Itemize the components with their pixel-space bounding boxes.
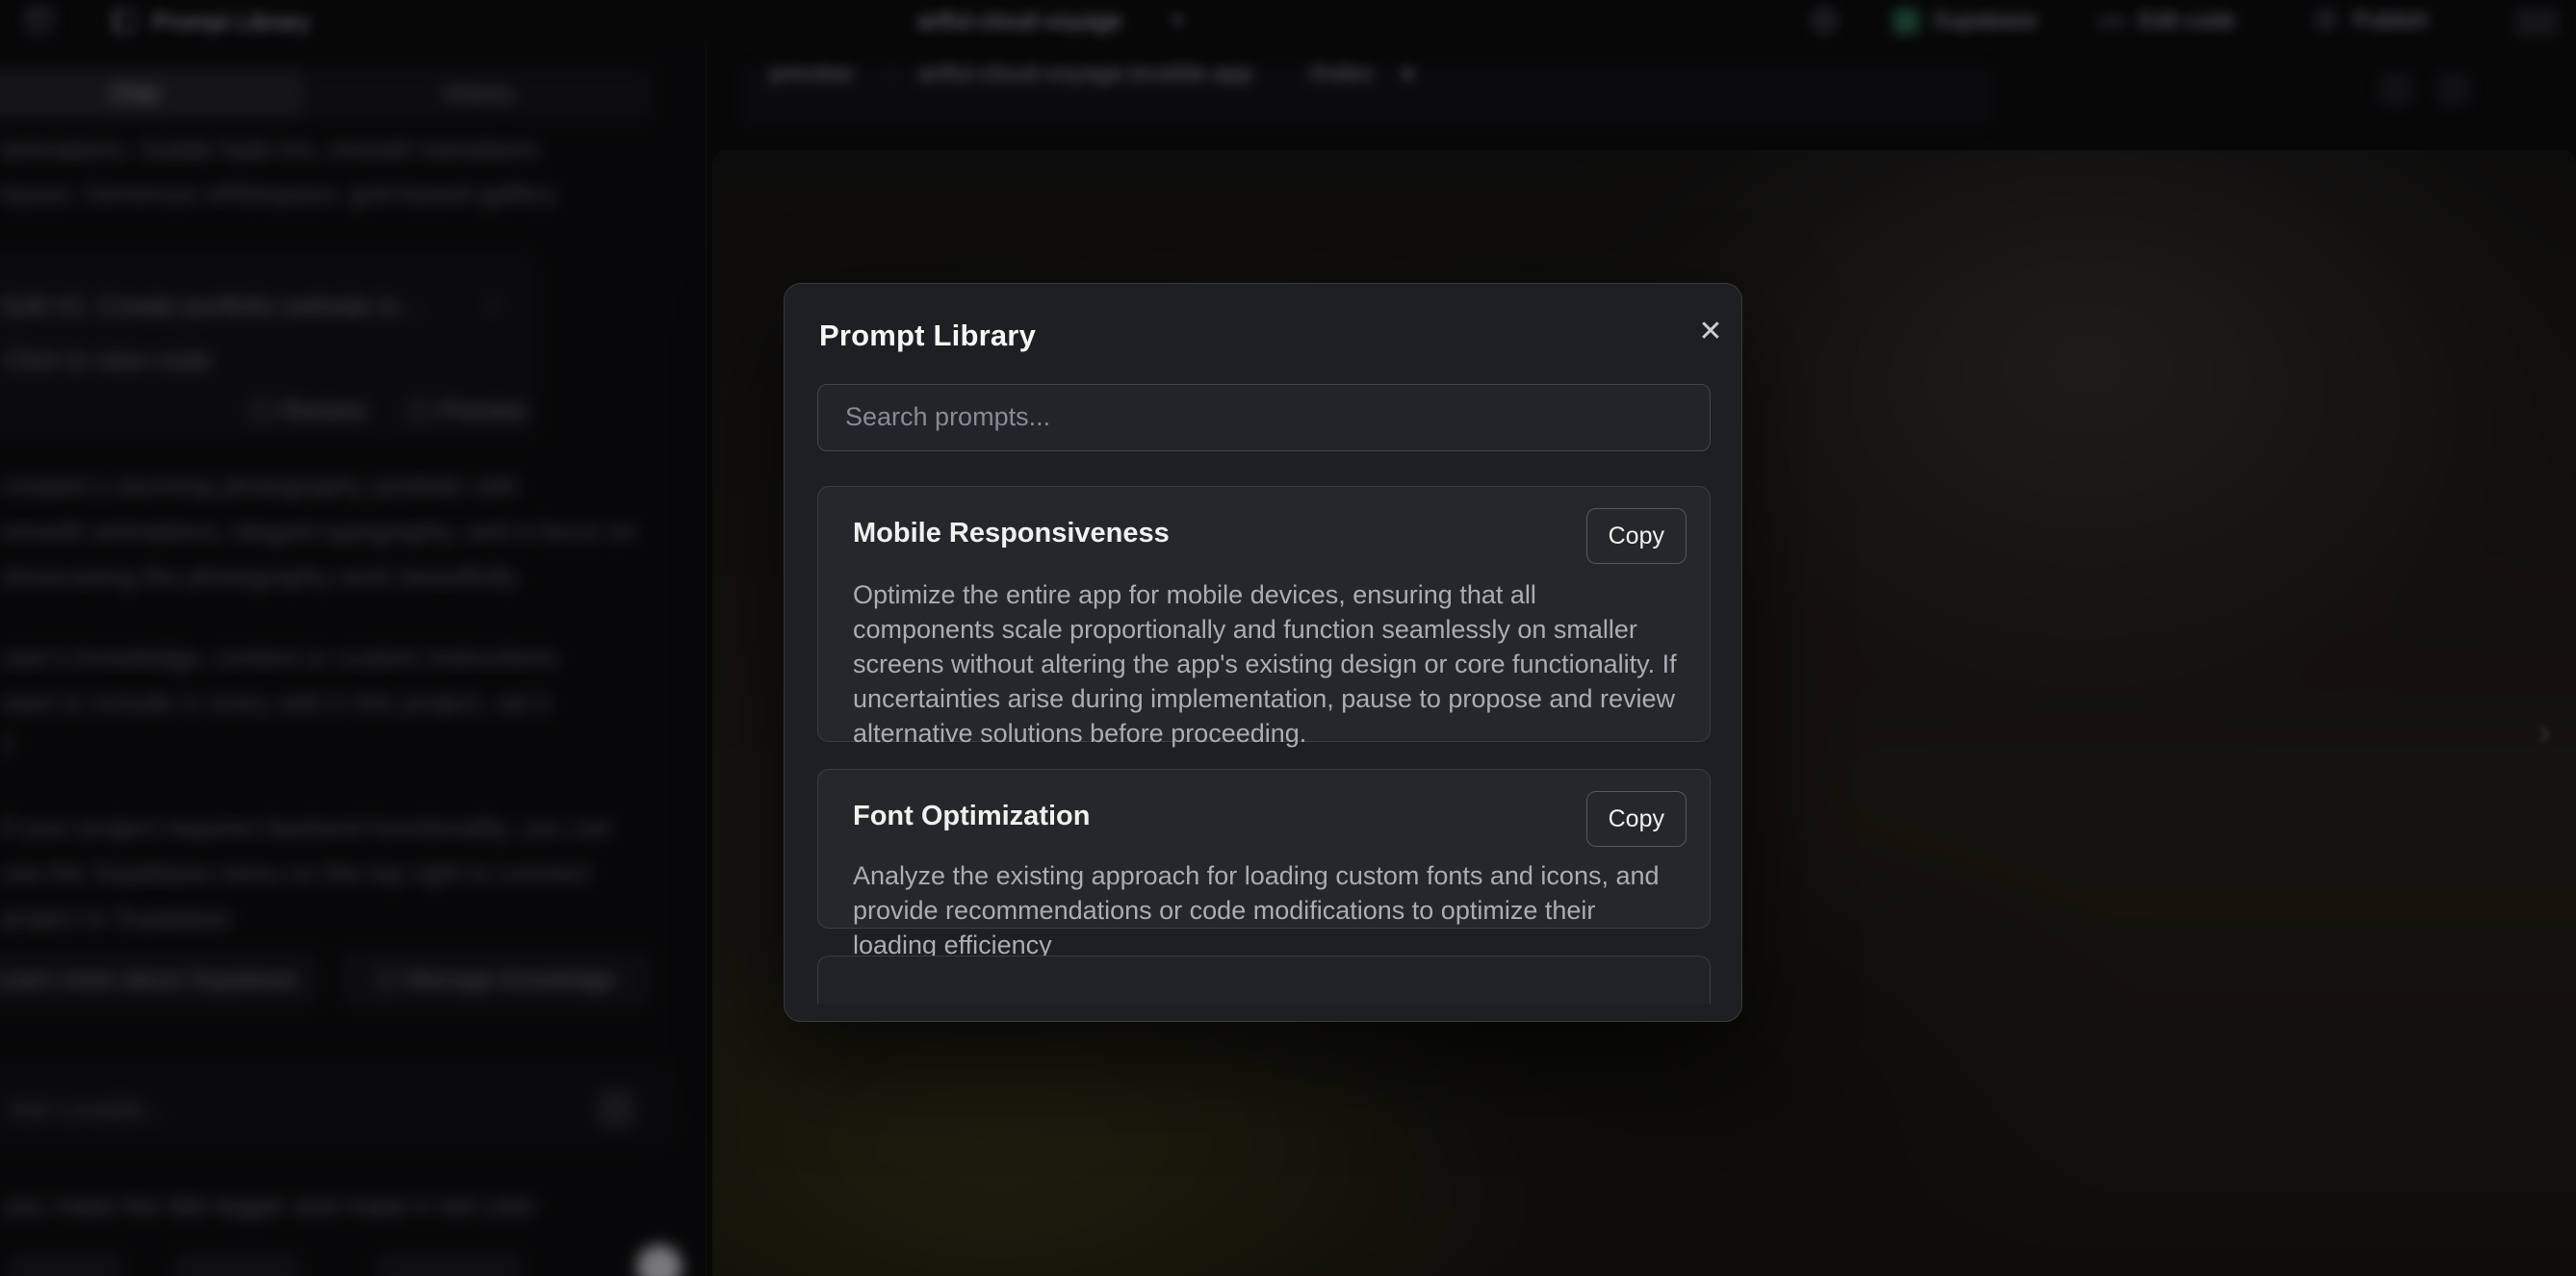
prompt-card: Font Optimization Copy Analyze the exist… — [817, 769, 1711, 929]
prompt-body: Analyze the existing approach for loadin… — [853, 858, 1681, 962]
app-window: Prompt Library artful-cloud-voyage ▾ Sup… — [0, 0, 2576, 1276]
prompt-title: Mobile Responsiveness — [853, 518, 1170, 549]
prompt-card: Mobile Responsiveness Copy Optimize the … — [817, 486, 1711, 742]
prompt-body: Optimize the entire app for mobile devic… — [853, 577, 1681, 751]
close-icon[interactable]: ✕ — [1691, 313, 1730, 351]
modal-title: Prompt Library — [819, 319, 1036, 353]
prompt-card-partial — [817, 956, 1711, 1004]
prompt-library-modal: Prompt Library ✕ Search prompts... Mobil… — [784, 283, 1742, 1022]
prompt-title: Font Optimization — [853, 801, 1090, 832]
prompt-list[interactable]: Mobile Responsiveness Copy Optimize the … — [817, 486, 1711, 1004]
search-placeholder: Search prompts... — [845, 402, 1050, 432]
copy-button[interactable]: Copy — [1586, 508, 1687, 564]
copy-button[interactable]: Copy — [1586, 791, 1687, 847]
search-input[interactable]: Search prompts... — [817, 384, 1711, 451]
